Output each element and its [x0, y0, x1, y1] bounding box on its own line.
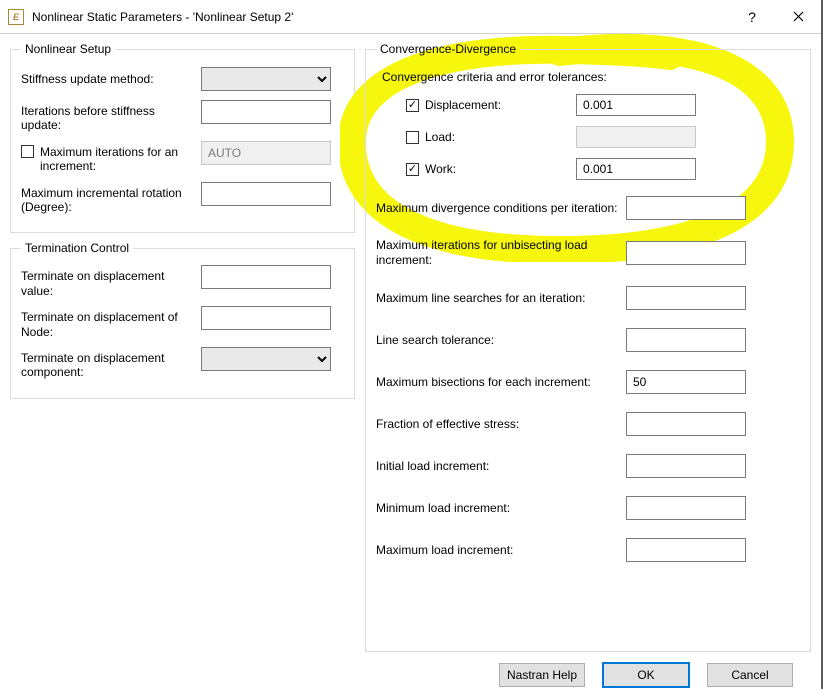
convergence-divergence-group: Convergence-Divergence Convergence crite…	[365, 42, 811, 652]
terminate-disp-component-select[interactable]	[201, 347, 331, 371]
work-label: Work:	[425, 162, 456, 176]
minimum-increment-input[interactable]	[626, 496, 746, 520]
initial-increment-label: Initial load increment:	[376, 459, 626, 474]
termination-control-group: Termination Control Terminate on displac…	[10, 241, 355, 398]
cancel-button[interactable]: Cancel	[707, 663, 793, 687]
max-iter-checkbox[interactable]	[21, 145, 34, 158]
group-legend: Convergence-Divergence	[376, 42, 520, 56]
maximum-increment-input[interactable]	[626, 538, 746, 562]
initial-increment-input[interactable]	[626, 454, 746, 478]
work-value-input[interactable]	[576, 158, 696, 180]
displacement-checkbox[interactable]	[406, 99, 419, 112]
dialog-window: E Nonlinear Static Parameters - 'Nonline…	[0, 0, 823, 689]
terminate-disp-value-label: Terminate on displacement value:	[21, 265, 201, 298]
minimum-increment-label: Minimum load increment:	[376, 501, 626, 516]
fraction-stress-label: Fraction of effective stress:	[376, 417, 626, 432]
terminate-disp-node-label: Terminate on displacement of Node:	[21, 306, 201, 339]
max-bisections-input[interactable]	[626, 370, 746, 394]
criteria-label: Convergence criteria and error tolerance…	[382, 70, 800, 84]
max-iter-input	[201, 141, 331, 165]
ok-button[interactable]: OK	[603, 663, 689, 687]
group-legend: Termination Control	[21, 241, 133, 255]
stiffness-method-label: Stiffness update method:	[21, 72, 201, 86]
close-icon	[793, 11, 804, 22]
displacement-label: Displacement:	[425, 98, 501, 112]
max-divergence-input[interactable]	[626, 196, 746, 220]
fraction-stress-input[interactable]	[626, 412, 746, 436]
max-bisections-label: Maximum bisections for each increment:	[376, 375, 626, 390]
nastran-help-button[interactable]: Nastran Help	[499, 663, 585, 687]
window-title: Nonlinear Static Parameters - 'Nonlinear…	[32, 10, 729, 24]
max-rotation-input[interactable]	[201, 182, 331, 206]
max-rotation-label: Maximum incremental rotation (Degree):	[21, 182, 201, 215]
max-iter-unbisect-input[interactable]	[626, 241, 746, 265]
stiffness-method-select[interactable]	[201, 67, 331, 91]
dialog-footer: Nastran Help OK Cancel	[0, 660, 821, 689]
group-legend: Nonlinear Setup	[21, 42, 115, 56]
close-button[interactable]	[775, 0, 821, 33]
terminate-disp-value-input[interactable]	[201, 265, 331, 289]
max-line-search-input[interactable]	[626, 286, 746, 310]
max-iter-label: Maximum iterations for an increment:	[40, 145, 193, 174]
maximum-increment-label: Maximum load increment:	[376, 543, 626, 558]
load-label: Load:	[425, 130, 455, 144]
iterations-before-update-label: Iterations before stiffness update:	[21, 100, 201, 133]
line-tolerance-input[interactable]	[626, 328, 746, 352]
title-bar: E Nonlinear Static Parameters - 'Nonline…	[0, 0, 821, 34]
help-button[interactable]: ?	[729, 0, 775, 33]
displacement-value-input[interactable]	[576, 94, 696, 116]
terminate-disp-component-label: Terminate on displacement component:	[21, 347, 201, 380]
app-icon: E	[8, 9, 24, 25]
max-divergence-label: Maximum divergence conditions per iterat…	[376, 201, 626, 216]
terminate-disp-node-input[interactable]	[201, 306, 331, 330]
nonlinear-setup-group: Nonlinear Setup Stiffness update method:…	[10, 42, 355, 233]
max-line-search-label: Maximum line searches for an iteration:	[376, 291, 626, 306]
load-checkbox[interactable]	[406, 131, 419, 144]
work-checkbox[interactable]	[406, 163, 419, 176]
load-value-input	[576, 126, 696, 148]
iterations-before-update-input[interactable]	[201, 100, 331, 124]
line-tolerance-label: Line search tolerance:	[376, 333, 626, 348]
max-iter-unbisect-label: Maximum iterations for unbisecting load …	[376, 238, 626, 268]
